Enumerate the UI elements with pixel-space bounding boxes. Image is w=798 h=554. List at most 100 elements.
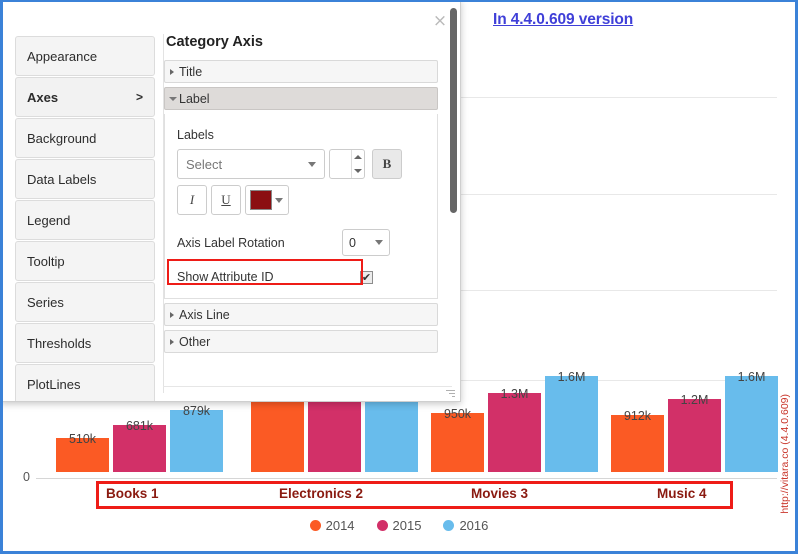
bar-2016-books[interactable]: [170, 410, 223, 472]
legend-swatch-icon: [376, 520, 388, 531]
style-row: I U: [177, 185, 425, 215]
axis-label-rotation-label: Axis Label Rotation: [177, 235, 285, 250]
legend-label: 2016: [459, 518, 489, 533]
bar-2015-movies[interactable]: [488, 393, 541, 472]
axis-label-rotation-value: 0: [349, 235, 356, 250]
sidebar-item-series[interactable]: Series: [15, 282, 155, 322]
underline-button[interactable]: U: [211, 185, 241, 215]
legend-swatch-icon: [309, 520, 321, 531]
bar-2015-music[interactable]: [668, 399, 721, 472]
bar-2016-music[interactable]: [725, 376, 778, 472]
accordion-axis-line-label: Axis Line: [179, 307, 230, 322]
bar-label: 510k: [68, 432, 97, 446]
labels-caption: Labels: [177, 128, 214, 142]
category-label-electronics: Electronics 2: [279, 486, 364, 501]
accordion-label-label: Label: [179, 91, 210, 106]
screenshot-root: In 4.4.0.609 version 0 510k 681k 879k 95…: [0, 0, 798, 554]
font-size-input[interactable]: [330, 150, 351, 178]
sidebar-item-label: Data Labels: [27, 171, 97, 187]
bar-label: 879k: [182, 404, 211, 418]
legend-item-2016[interactable]: 2016: [443, 518, 488, 533]
dialog-scrollbar-thumb[interactable]: [450, 8, 457, 213]
caret-up-icon[interactable]: [354, 155, 362, 159]
dialog-main-panel: Category Axis Title Label Labels Select: [163, 34, 452, 393]
chevron-right-icon: [170, 68, 174, 75]
sidebar-item-label: Tooltip: [27, 253, 65, 269]
sidebar-item-label: Thresholds: [27, 335, 92, 351]
sidebar-item-legend[interactable]: Legend: [15, 200, 155, 240]
accordion-label[interactable]: Label: [164, 87, 438, 110]
chevron-right-icon: >: [135, 90, 143, 104]
axis-label-rotation-select[interactable]: 0: [342, 229, 390, 256]
bar-label: 681k: [125, 419, 154, 433]
category-label-movies: Movies 3: [471, 486, 529, 501]
resize-grip-icon[interactable]: [445, 388, 455, 398]
legend-item-2015[interactable]: 2015: [376, 518, 422, 533]
accordion-axis-line[interactable]: Axis Line: [164, 303, 438, 326]
sidebar-item-label: PlotLines: [27, 376, 81, 392]
sidebar-item-label: Legend: [27, 212, 71, 228]
dialog-footer-divider: [163, 386, 452, 387]
chevron-down-icon: [375, 240, 383, 245]
sidebar-item-label: Appearance: [27, 48, 98, 64]
bar-label: 950k: [443, 407, 472, 421]
accordion-other[interactable]: Other: [164, 330, 438, 353]
font-size-stepper[interactable]: [329, 149, 365, 179]
legend-label: 2015: [392, 518, 422, 533]
color-swatch-icon: [250, 190, 272, 210]
accordion-other-label: Other: [179, 334, 211, 349]
font-family-select[interactable]: Select: [177, 149, 325, 179]
page-title: Category Axis: [166, 34, 263, 50]
bar-label: 1.6M: [737, 370, 766, 384]
dialog-sidebar: Appearance Axes > Background Data Labels…: [15, 36, 155, 401]
chevron-right-icon: [170, 311, 174, 318]
legend-swatch-icon: [443, 520, 455, 531]
legend-label: 2014: [325, 518, 355, 533]
bold-button[interactable]: B: [372, 149, 402, 179]
axis-label-rotation-row: Axis Label Rotation 0: [177, 229, 425, 256]
y-axis-tick-0: 0: [23, 470, 30, 484]
chart-legend: 2014 2015 2016: [3, 518, 795, 533]
category-label-books: Books 1: [106, 486, 159, 501]
caret-down-icon[interactable]: [354, 169, 362, 173]
bar-2014-movies[interactable]: [431, 413, 484, 472]
chevron-right-icon: [170, 338, 174, 345]
italic-button[interactable]: I: [177, 185, 207, 215]
show-attribute-id-checkbox[interactable]: ✔: [360, 270, 373, 284]
sidebar-item-tooltip[interactable]: Tooltip: [15, 241, 155, 281]
bar-label: 1.3M: [500, 387, 529, 401]
category-label-music: Music 4: [657, 486, 707, 501]
sidebar-item-label: Background: [27, 130, 97, 146]
sidebar-item-appearance[interactable]: Appearance: [15, 36, 155, 76]
close-icon[interactable]: ×: [432, 13, 448, 30]
bar-2014-music[interactable]: [611, 415, 664, 472]
font-color-picker[interactable]: [245, 185, 289, 215]
bar-2014-electronics[interactable]: [251, 392, 304, 472]
sidebar-item-thresholds[interactable]: Thresholds: [15, 323, 155, 363]
sidebar-item-data-labels[interactable]: Data Labels: [15, 159, 155, 199]
accordion-title-label: Title: [179, 64, 203, 79]
axis-baseline: [36, 478, 777, 479]
sidebar-item-axes[interactable]: Axes >: [15, 77, 155, 117]
show-attribute-id-row: Show Attribute ID ✔: [167, 259, 425, 290]
sidebar-item-plotlines[interactable]: PlotLines: [15, 364, 155, 401]
show-attribute-id-label: Show Attribute ID: [177, 270, 274, 284]
watermark-text: http://vitara.co (4.4.0.609): [779, 394, 791, 514]
font-family-value: Select: [186, 156, 223, 172]
label-settings-body: Labels Select B I U Axis Label Rotation …: [164, 114, 438, 299]
sidebar-item-label: Series: [27, 294, 64, 310]
chart-title-link[interactable]: In 4.4.0.609 version: [493, 11, 633, 29]
bar-2016-movies[interactable]: [545, 376, 598, 472]
chevron-down-icon: [275, 197, 283, 203]
sidebar-item-background[interactable]: Background: [15, 118, 155, 158]
accordion-title[interactable]: Title: [164, 60, 438, 83]
bar-label: 1.6M: [557, 370, 586, 384]
sidebar-item-label: Axes: [27, 89, 59, 105]
chevron-down-icon: [169, 96, 177, 101]
font-row: Select B: [177, 149, 425, 179]
bar-label: 912k: [623, 409, 652, 423]
category-axis-highlight: [96, 481, 733, 509]
stepper-arrows[interactable]: [351, 150, 364, 178]
chevron-down-icon: [308, 161, 316, 167]
legend-item-2014[interactable]: 2014: [309, 518, 355, 533]
